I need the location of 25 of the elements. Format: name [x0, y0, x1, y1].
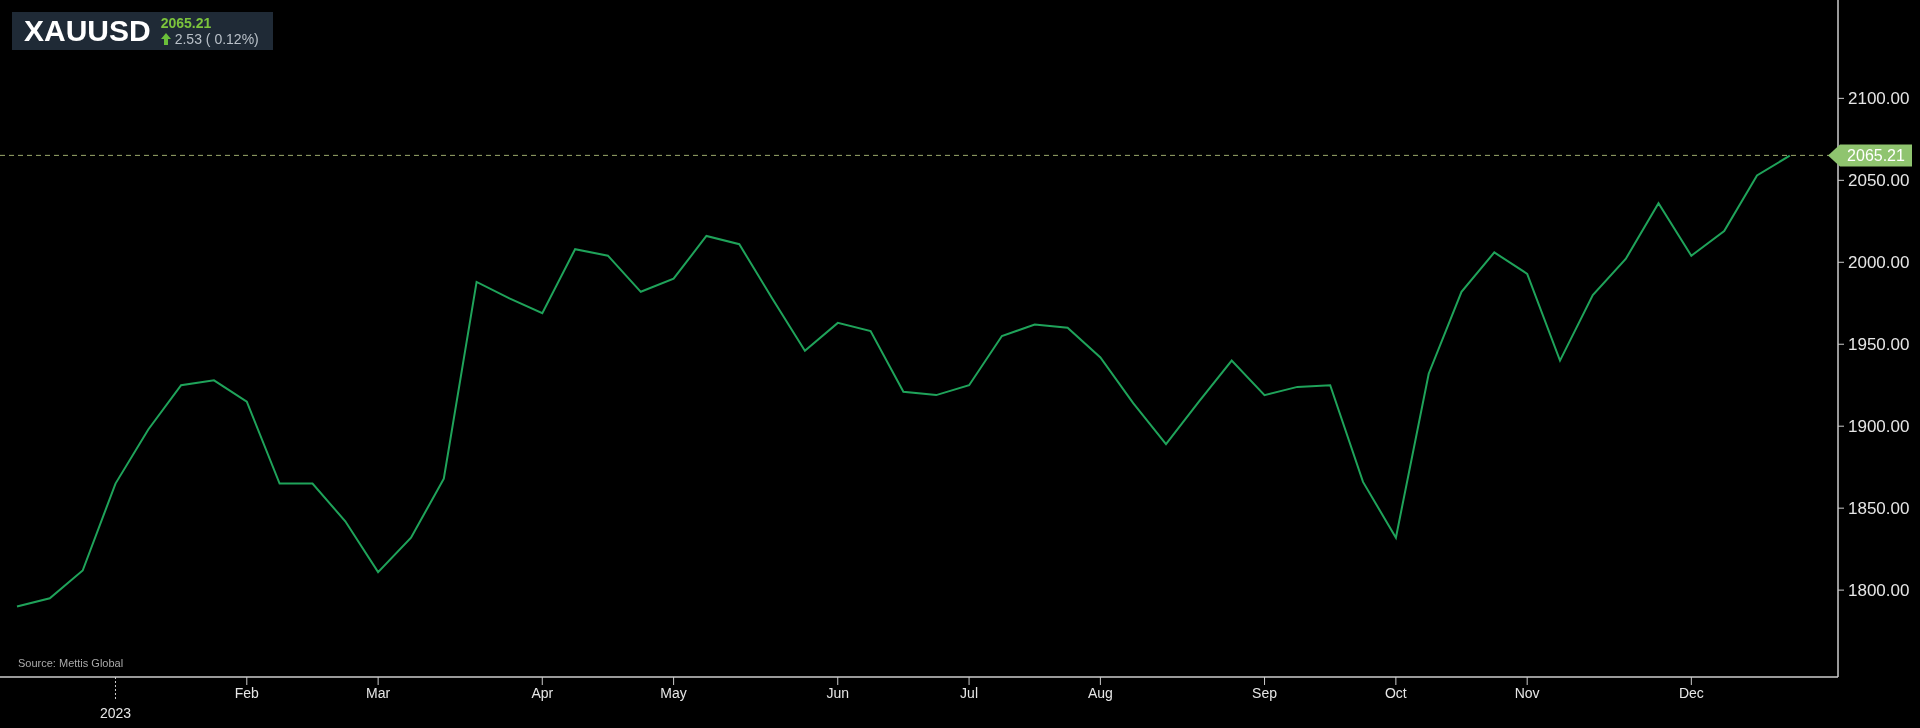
x-axis-label: Jul	[960, 685, 978, 701]
x-axis-label: Dec	[1678, 685, 1704, 701]
year-label: 2023	[99, 705, 132, 721]
price-tag: 2065.21	[1828, 144, 1912, 167]
x-axis-label: Oct	[1384, 685, 1407, 701]
x-axis-label: Nov	[1514, 685, 1540, 701]
symbol-label: XAUUSD	[24, 14, 151, 48]
y-axis-label: 1850.00	[1848, 499, 1910, 519]
y-axis-label: 1900.00	[1848, 417, 1910, 437]
x-axis-label: Mar	[366, 685, 391, 701]
ref-line-label: 2065.21	[1847, 147, 1906, 165]
source-label: Source: Mettis Global	[18, 657, 124, 669]
change-label: 2.53 ( 0.12%)	[174, 31, 259, 47]
x-axis-label: May	[660, 685, 687, 701]
y-axis-label: 1800.00	[1848, 581, 1910, 601]
y-axis-label: 2100.00	[1848, 89, 1910, 109]
x-axis-label: Feb	[234, 685, 259, 701]
y-axis-label: 2000.00	[1848, 253, 1910, 273]
price-label: 2065.21	[160, 15, 213, 31]
y-axis-label: 1950.00	[1848, 335, 1910, 355]
x-axis-label: Aug	[1087, 685, 1113, 701]
x-axis-label: Jun	[826, 685, 850, 701]
y-axis-label: 2050.00	[1848, 171, 1910, 191]
x-axis-label: Apr	[531, 685, 554, 701]
x-axis-label: Sep	[1252, 685, 1277, 701]
